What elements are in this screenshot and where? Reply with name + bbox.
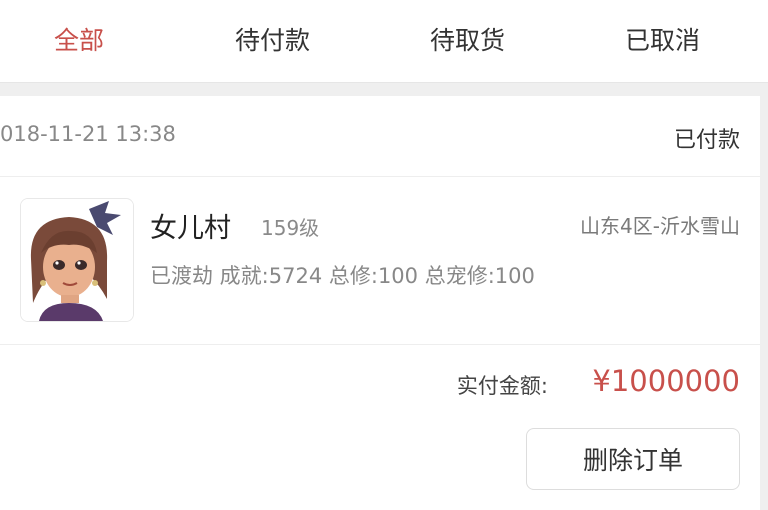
character-stats: 已渡劫 成就:5724 总修:100 总宠修:100 — [150, 264, 535, 288]
tab-cancelled[interactable]: 已取消 — [625, 24, 700, 58]
orders-page: 全部 待付款 待取货 已取消 018-11-21 13:38 已付款 女儿村 1… — [0, 0, 768, 510]
order-card: 018-11-21 13:38 已付款 女儿村 159级 山东4区-沂水雪山 已… — [0, 96, 760, 510]
character-portrait-icon — [21, 199, 133, 321]
order-item[interactable]: 女儿村 159级 山东4区-沂水雪山 已渡劫 成就:5724 总修:100 总宠… — [0, 180, 760, 345]
paid-amount-value: ¥1000000 — [592, 364, 740, 398]
character-school: 女儿村 — [150, 213, 231, 244]
tab-all[interactable]: 全部 — [54, 24, 104, 58]
order-status: 已付款 — [673, 128, 740, 153]
delete-order-button[interactable]: 删除订单 — [526, 428, 740, 490]
paid-amount-row: 实付金额: ¥1000000 — [0, 364, 760, 408]
character-server: 山东4区-沂水雪山 — [580, 214, 740, 238]
tab-pending-payment[interactable]: 待付款 — [235, 24, 310, 58]
order-tabs: 全部 待付款 待取货 已取消 — [0, 0, 768, 83]
order-header: 018-11-21 13:38 已付款 — [0, 96, 760, 177]
paid-amount-label: 实付金额: — [456, 374, 548, 398]
character-level: 159级 — [261, 216, 320, 240]
tab-pending-pickup[interactable]: 待取货 — [430, 24, 505, 58]
order-time: 018-11-21 13:38 — [0, 122, 176, 146]
character-avatar — [20, 198, 134, 322]
